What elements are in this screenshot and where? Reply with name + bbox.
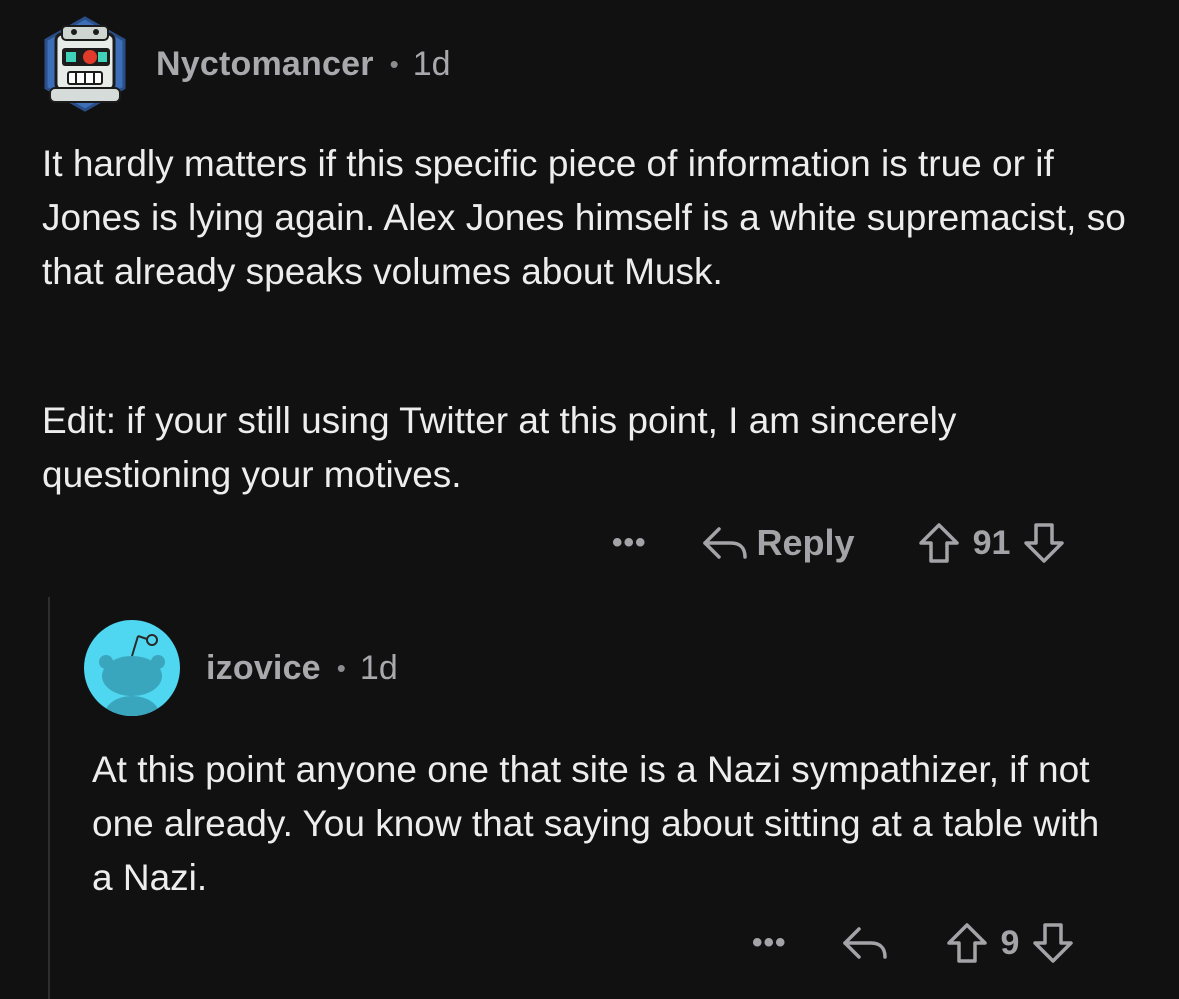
comment-meta: Nyctomancer • 1d — [156, 45, 451, 84]
comment-header: izovice • 1d — [84, 620, 398, 716]
reply-arrow-icon — [842, 927, 887, 959]
comment-paragraph: Edit: if your still using Twitter at thi… — [42, 400, 957, 495]
thread-indent-line[interactable] — [48, 597, 50, 999]
comment-paragraph: At this point anyone one that site is a … — [92, 749, 1100, 898]
more-options-button[interactable]: ••• — [752, 926, 787, 960]
upvote-arrow-icon[interactable] — [917, 521, 961, 565]
username[interactable]: izovice — [206, 649, 321, 688]
downvote-arrow-icon[interactable] — [1031, 921, 1075, 965]
more-options-button[interactable]: ••• — [612, 526, 647, 560]
comment-actions: ••• 9 — [752, 918, 1075, 968]
downvote-arrow-icon[interactable] — [1022, 521, 1066, 565]
vote-score: 91 — [972, 523, 1011, 562]
reply-label: Reply — [756, 522, 855, 563]
snoo-avatar-icon[interactable] — [84, 620, 180, 716]
reply-arrow-icon — [702, 527, 747, 559]
meta-separator: • — [336, 652, 346, 683]
comment-header: Nyctomancer • 1d — [40, 14, 451, 114]
comment-age: 1d — [412, 44, 451, 83]
comment-paragraph: It hardly matters if this specific piece… — [42, 143, 1126, 292]
username[interactable]: Nyctomancer — [156, 45, 374, 84]
comment-thread: Nyctomancer • 1d It hardly matters if th… — [0, 0, 1179, 999]
vote-controls: 9 — [945, 921, 1076, 965]
vote-controls: 91 — [917, 521, 1067, 565]
meta-separator: • — [389, 48, 399, 79]
vote-score: 9 — [1000, 923, 1020, 962]
upvote-arrow-icon[interactable] — [945, 921, 989, 965]
comment-meta: izovice • 1d — [206, 649, 398, 688]
reply-button[interactable]: Reply — [701, 522, 855, 564]
reply-button[interactable] — [841, 923, 889, 963]
comment-actions: ••• Reply 91 — [612, 518, 1066, 568]
comment-age: 1d — [359, 648, 398, 687]
robot-avatar-icon[interactable] — [40, 14, 130, 114]
